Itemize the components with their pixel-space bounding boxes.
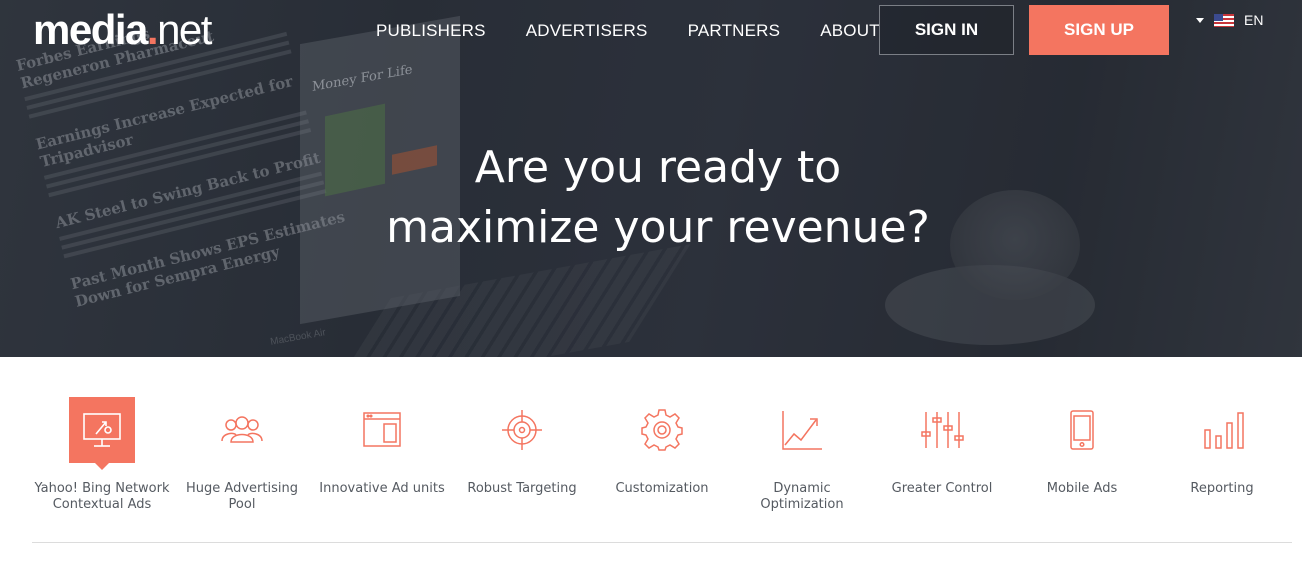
feature-icon-box — [909, 397, 975, 463]
ad-unit-icon — [363, 412, 401, 447]
nav-about[interactable]: ABOUT — [820, 20, 880, 42]
logo-net-text: net — [157, 6, 212, 53]
feature-icon-box — [769, 397, 835, 463]
feature-label: Huge Advertising Pool — [186, 481, 298, 512]
feature-huge-advertising-pool[interactable]: Huge Advertising Pool — [172, 397, 312, 517]
feature-yahoo-bing-contextual-ads[interactable]: Yahoo! Bing Network Contextual Ads — [32, 397, 172, 517]
media-net-logo[interactable]: media.net — [33, 6, 212, 54]
bar-chart-icon — [1204, 412, 1244, 449]
mobile-icon — [1070, 410, 1094, 450]
feature-icon-box — [1049, 397, 1115, 463]
main-nav: PUBLISHERS ADVERTISERS PARTNERS ABOUT — [376, 20, 920, 42]
feature-icon-box — [489, 397, 555, 463]
caret-down-icon — [1196, 17, 1204, 23]
logo-media-text: media — [33, 6, 148, 53]
feature-icon-box — [349, 397, 415, 463]
feature-label: Innovative Ad units — [319, 481, 445, 496]
nav-publishers[interactable]: PUBLISHERS — [376, 20, 486, 42]
feature-icon-box — [1189, 397, 1255, 463]
feature-icon-box — [209, 397, 275, 463]
feature-label: Robust Targeting — [467, 481, 577, 496]
feature-label: Customization — [615, 481, 709, 496]
feature-mobile-ads[interactable]: Mobile Ads — [1012, 397, 1152, 517]
language-label: EN — [1244, 12, 1264, 28]
feature-label: Dynamic Optimization — [760, 481, 844, 512]
feature-dynamic-optimization[interactable]: Dynamic Optimization — [732, 397, 872, 517]
gear-icon — [641, 409, 683, 451]
feature-innovative-ad-units[interactable]: Innovative Ad units — [312, 397, 452, 517]
sign-up-button[interactable]: SIGN UP — [1029, 5, 1169, 55]
nav-advertisers[interactable]: ADVERTISERS — [526, 20, 648, 42]
feature-customization[interactable]: Customization — [592, 397, 732, 517]
feature-label: Greater Control — [891, 481, 993, 496]
users-icon — [221, 416, 263, 443]
feature-robust-targeting[interactable]: Robust Targeting — [452, 397, 592, 517]
hero-headline-line2: maximize your revenue? — [386, 202, 930, 253]
features-row: Yahoo! Bing Network Contextual Ads Huge … — [32, 397, 1292, 517]
feature-label: Yahoo! Bing Network Contextual Ads — [34, 481, 170, 512]
monitor-icon — [83, 413, 121, 447]
sign-in-button[interactable]: SIGN IN — [879, 5, 1014, 55]
feature-greater-control[interactable]: Greater Control — [872, 397, 1012, 517]
language-selector[interactable]: EN — [1196, 12, 1263, 28]
hero-headline: Are you ready to maximize your revenue? — [0, 138, 1302, 258]
us-flag-icon — [1214, 13, 1234, 27]
line-chart-icon — [782, 411, 822, 450]
hero-headline-line1: Are you ready to — [474, 142, 842, 193]
section-divider — [32, 542, 1292, 543]
feature-label: Reporting — [1190, 481, 1254, 496]
hero-banner: Forbes Earnings Regeneron Pharmaceut Ear… — [0, 0, 1302, 357]
feature-icon-box — [629, 397, 695, 463]
feature-icon-box — [69, 397, 135, 470]
target-icon — [502, 410, 542, 450]
sliders-icon — [921, 412, 964, 448]
feature-reporting[interactable]: Reporting — [1152, 397, 1292, 517]
nav-partners[interactable]: PARTNERS — [688, 20, 781, 42]
logo-dot: . — [146, 6, 159, 53]
feature-label: Mobile Ads — [1046, 481, 1118, 496]
